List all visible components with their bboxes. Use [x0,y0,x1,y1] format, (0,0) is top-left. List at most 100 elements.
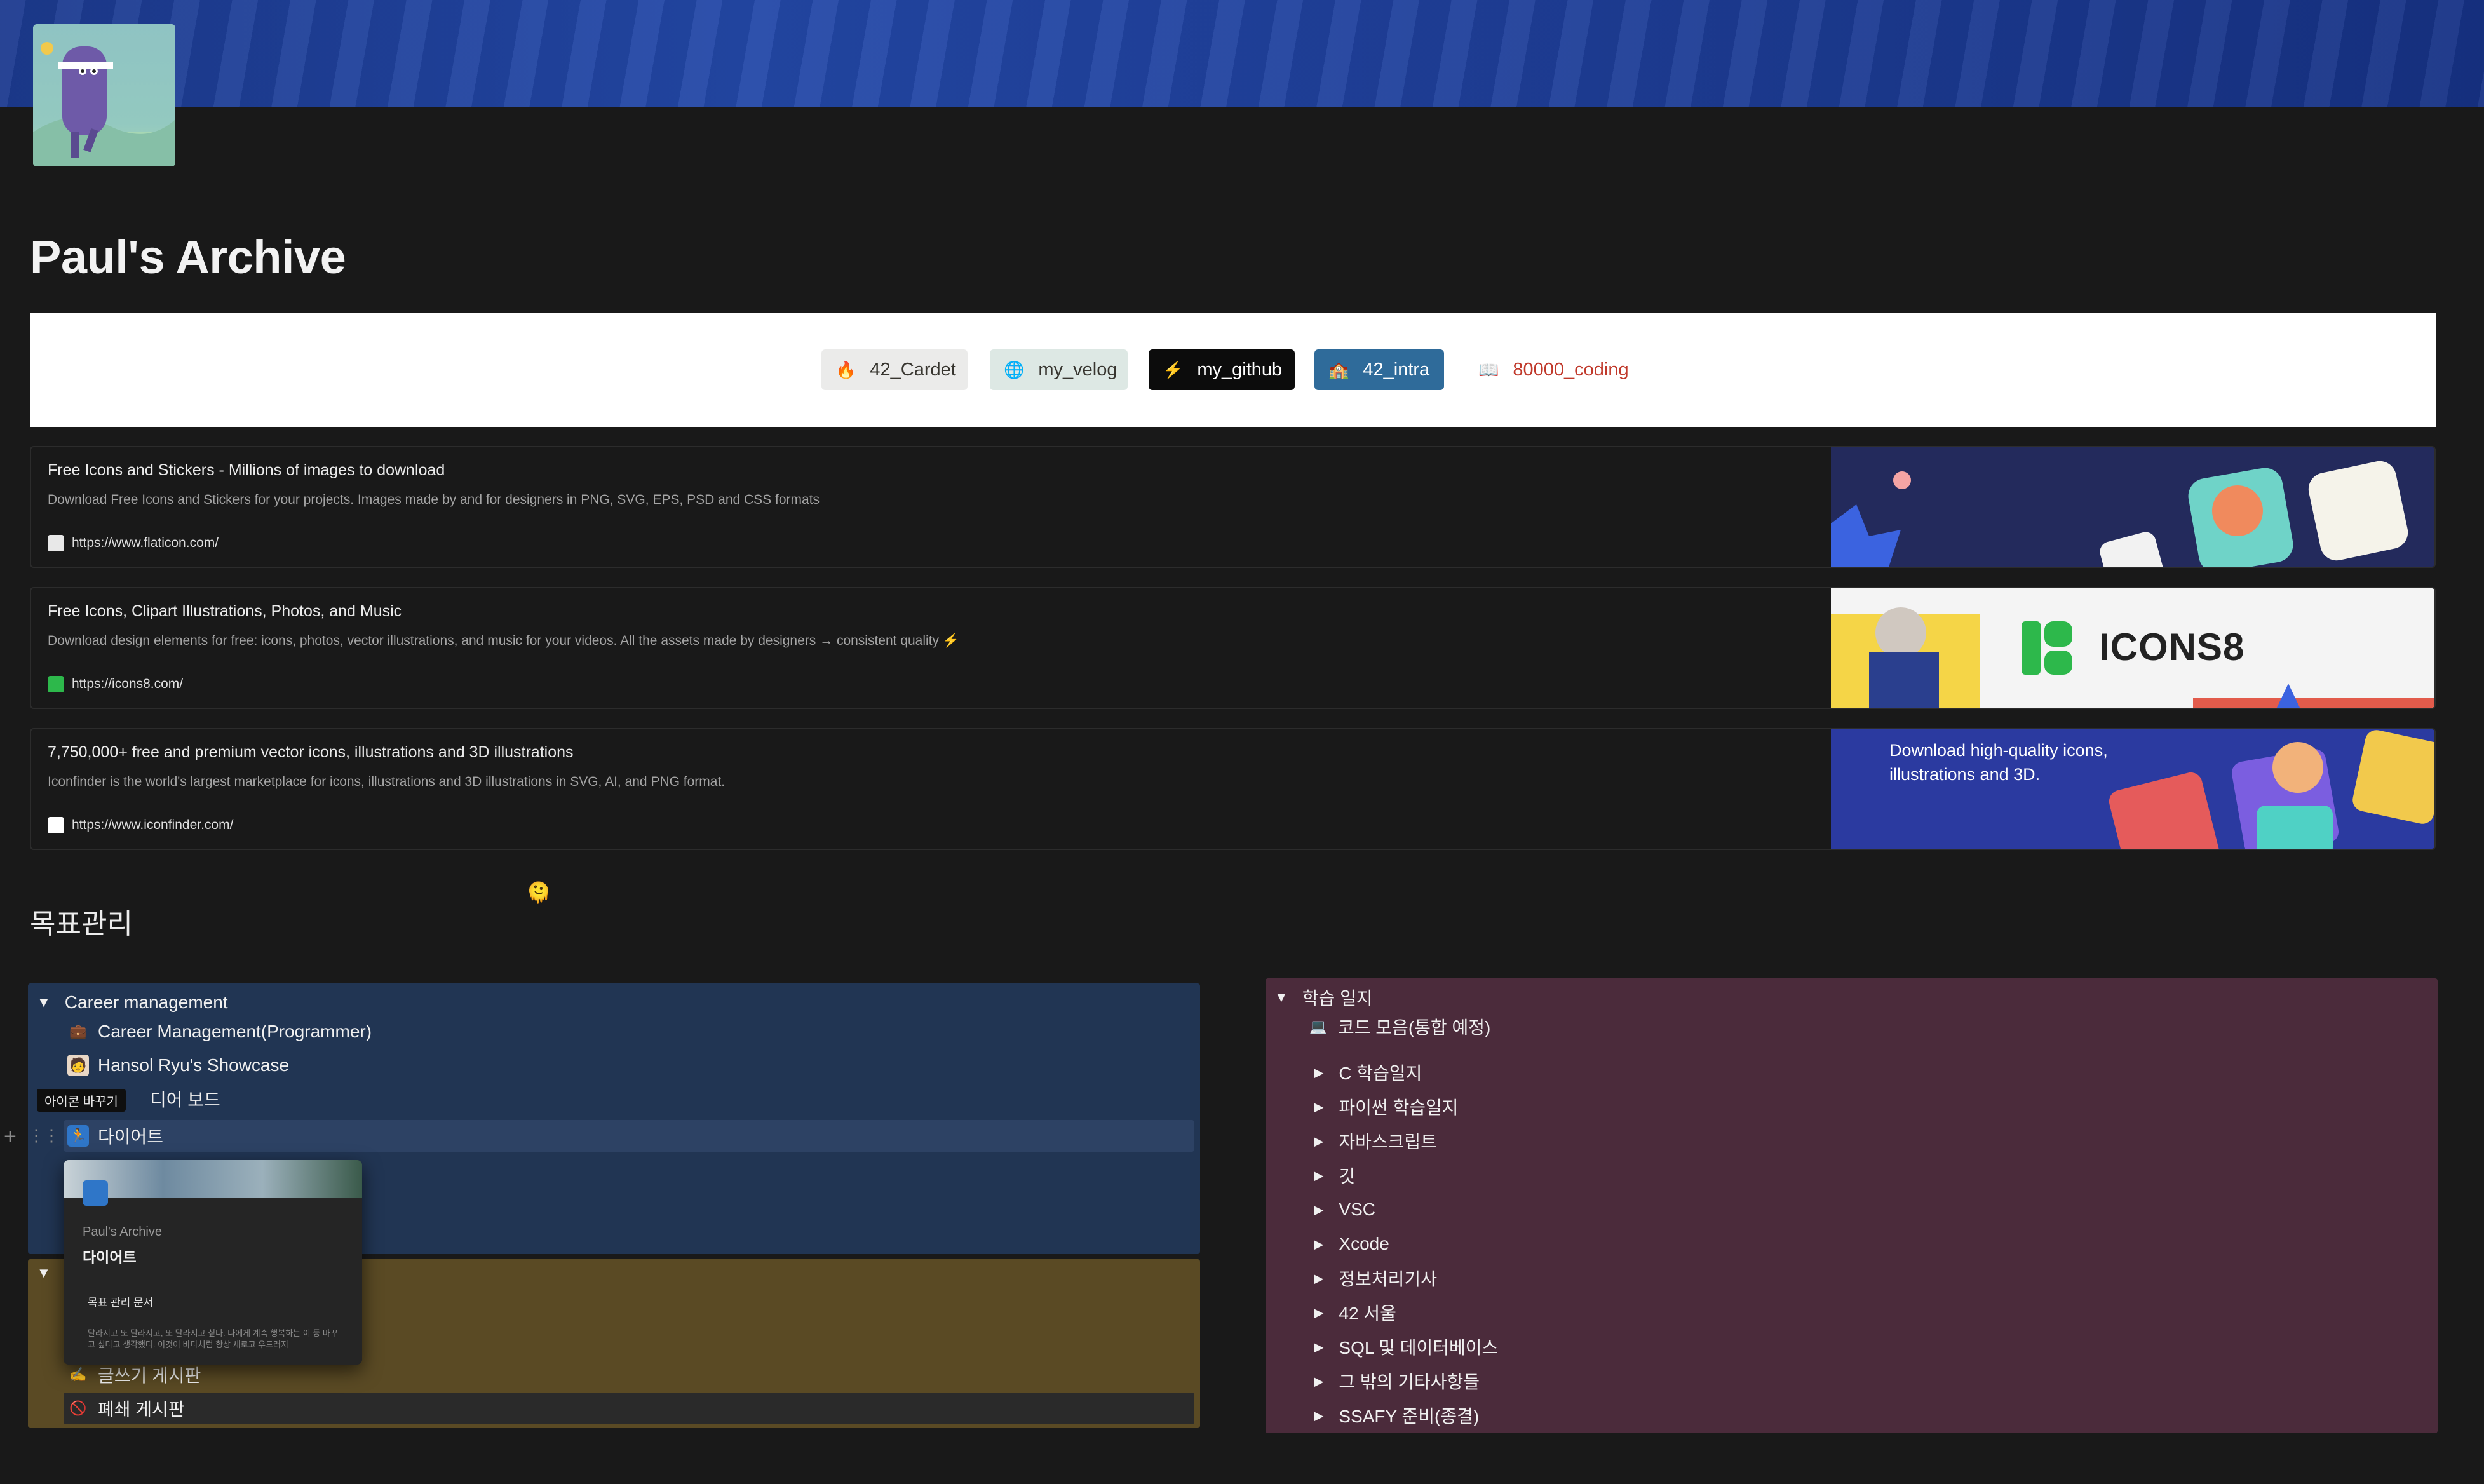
link-label: 42_intra [1363,359,1430,380]
preview-body: 달라지고 또 달라지고, 또 달라지고 싶다. 나에게 계속 행복하는 이 등 … [88,1328,338,1349]
study-toggle-item[interactable]: ▶ SSAFY 준비(종결) [1314,1401,1479,1429]
icons8-favicon-icon [48,676,64,692]
toggle-item-label: SSAFY 준비(종결) [1339,1406,1480,1426]
bookmark-icons8[interactable]: Free Icons, Clipart Illustrations, Photo… [30,587,2436,709]
page-link-writing-board[interactable]: ✍ 글쓰기 게시판 [67,1361,201,1389]
study-toggle-item[interactable]: ▶ 그 밖의 기타사항들 [1314,1367,1480,1395]
cover-image[interactable] [0,0,2484,107]
toggle-item-label: VSC [1339,1199,1375,1219]
bookmark-flaticon[interactable]: Free Icons and Stickers - Millions of im… [30,446,2436,568]
bookmark-description: Download design elements for free: icons… [48,633,960,648]
link-80000-coding[interactable]: 📖 80000_coding [1464,349,1636,390]
triangle-right-icon[interactable]: ▶ [1314,1168,1323,1184]
toggle-item-label: 자바스크립트 [1339,1132,1437,1152]
triangle-right-icon[interactable]: ▶ [1314,1202,1323,1218]
link-my-github[interactable]: ⚡ my_github [1149,349,1295,390]
link-42-intra[interactable]: 🏫 42_intra [1314,349,1444,390]
triangle-down-icon[interactable]: ▼ [37,994,51,1011]
lightning-icon: ⚡ [1163,360,1184,379]
iconfinder-tagline: Download high-quality icons, illustratio… [1889,741,2108,784]
study-toggle-item[interactable]: ▶ 정보처리기사 [1314,1264,1437,1292]
briefcase-icon: 💼 [69,1023,87,1039]
triangle-right-icon[interactable]: ▶ [1314,1065,1323,1081]
section-heading: 목표관리 [30,908,133,940]
bookmark-url: https://www.iconfinder.com/ [72,818,234,832]
preview-title: 다이어트 [83,1249,137,1265]
toggle-label: Career management [64,992,228,1012]
triangle-right-icon[interactable]: ▶ [1314,1236,1323,1252]
triangle-right-icon[interactable]: ▶ [1314,1373,1323,1389]
toggle-label: 학습 일지 [1302,988,1373,1008]
link-my-velog[interactable]: 🌐 my_velog [990,349,1128,390]
triangle-right-icon[interactable]: ▶ [1314,1339,1323,1355]
study-toggle-item[interactable]: ▶ C 학습일지 [1314,1058,1422,1086]
fire-icon: 🔥 [835,360,856,379]
bookmark-thumbnail: Download high-quality icons, illustratio… [1831,729,2434,849]
page-preview-card[interactable]: Paul's Archive 다이어트 목표 관리 문서 달라지고 또 달라지고… [64,1160,362,1365]
study-toggle-item[interactable]: ▶ SQL 및 데이터베이스 [1314,1333,1498,1361]
triangle-down-icon[interactable]: ▼ [1274,989,1288,1006]
toggle-item-label: 파이썬 학습일지 [1339,1098,1459,1117]
page-link-diet[interactable]: 🏃 다이어트 [67,1122,163,1150]
triangle-right-icon[interactable]: ▶ [1314,1099,1323,1115]
bookmark-title: Free Icons and Stickers - Millions of im… [48,461,445,479]
study-toggle-item[interactable]: ▶ 파이썬 학습일지 [1314,1093,1459,1121]
triangle-right-icon[interactable]: ▶ [1314,1133,1323,1149]
toggle-item-label: Xcode [1339,1234,1389,1253]
toggle-item-label: SQL 및 데이터베이스 [1339,1338,1499,1358]
page-link-label: Career Management(Programmer) [98,1022,372,1041]
preview-breadcrumb: Paul's Archive [83,1225,162,1239]
prohibited-icon: 🚫 [69,1400,87,1416]
bookmark-thumbnail: ICONS8 [1831,588,2434,708]
link-label: 42_Cardet [870,359,956,380]
row-highlight [64,1393,1194,1424]
page-link-showcase[interactable]: 🧑 Hansol Ryu's Showcase [67,1051,289,1079]
triangle-down-icon[interactable]: ▼ [37,1265,51,1281]
bookmark-url: https://icons8.com/ [72,677,184,691]
drag-handle-icon[interactable]: ⋮⋮ [28,1126,60,1145]
page-link-code-collection[interactable]: 💻 코드 모음(통합 예정) [1307,1013,1490,1041]
diet-icon: 🏃 [67,1125,89,1147]
triangle-right-icon[interactable]: ▶ [1314,1408,1323,1424]
bookmark-title: 7,750,000+ free and premium vector icons… [48,743,574,761]
bookmark-description: Iconfinder is the world's largest market… [48,774,726,789]
toggle-item-label: 42 서울 [1339,1304,1396,1323]
study-toggle-item[interactable]: ▶ 자바스크립트 [1314,1127,1437,1155]
study-toggle-block: ▼ 학습 일지 💻 코드 모음(통합 예정) ▶ C 학습일지 ▶ 파이썬 학습일지 ▶… [1266,978,2438,1433]
triangle-right-icon[interactable]: ▶ [1314,1305,1323,1321]
laptop-icon: 💻 [1309,1018,1327,1034]
study-toggle[interactable]: ▼ 학습 일지 [1274,983,1373,1011]
page-link-label: 디어 보드 [150,1090,220,1110]
writing-toggle[interactable]: ▼ [37,1259,51,1287]
preview-subheading: 목표 관리 문서 [88,1297,154,1309]
preview-cover-image [64,1160,362,1198]
bookmark-description: Download Free Icons and Stickers for you… [48,492,820,507]
page-title: Paul's Archive [30,231,346,283]
study-toggle-item[interactable]: ▶ VSC [1314,1196,1375,1224]
page-link-label: 코드 모음(통합 예정) [1338,1018,1491,1037]
writing-hand-icon: ✍ [69,1366,87,1382]
page-icon[interactable] [33,24,175,166]
career-toggle[interactable]: ▼ Career management [37,988,228,1016]
link-bar: 🔥 42_Cardet 🌐 my_velog ⚡ my_github 🏫 42_… [30,313,2436,427]
page-link-label: 글쓰기 게시판 [98,1366,201,1386]
iconfinder-favicon-icon [48,817,64,833]
melting-face-icon[interactable]: 🫠 [526,880,551,905]
page-link-career-management[interactable]: 💼 Career Management(Programmer) [67,1018,372,1046]
toggle-item-label: 깃 [1339,1166,1356,1186]
link-42-cardet[interactable]: 🔥 42_Cardet [821,349,968,390]
toggle-item-label: 정보처리기사 [1339,1269,1437,1289]
triangle-right-icon[interactable]: ▶ [1314,1271,1323,1286]
toggle-item-label: 그 밖의 기타사항들 [1339,1372,1480,1392]
diet-icon [83,1180,108,1206]
bookmark-iconfinder[interactable]: 7,750,000+ free and premium vector icons… [30,728,2436,850]
page-link-label: 폐쇄 게시판 [98,1400,185,1419]
study-toggle-item[interactable]: ▶ 42 서울 [1314,1298,1396,1326]
hovered-row-highlight [64,1120,1194,1152]
add-block-icon[interactable]: + [4,1124,17,1149]
page-link-closed-board[interactable]: 🚫 폐쇄 게시판 [67,1394,185,1422]
school-icon: 🏫 [1328,360,1349,379]
avatar-icon: 🧑 [67,1055,89,1076]
study-toggle-item[interactable]: ▶ 깃 [1314,1161,1355,1189]
study-toggle-item[interactable]: ▶ Xcode [1314,1230,1389,1258]
